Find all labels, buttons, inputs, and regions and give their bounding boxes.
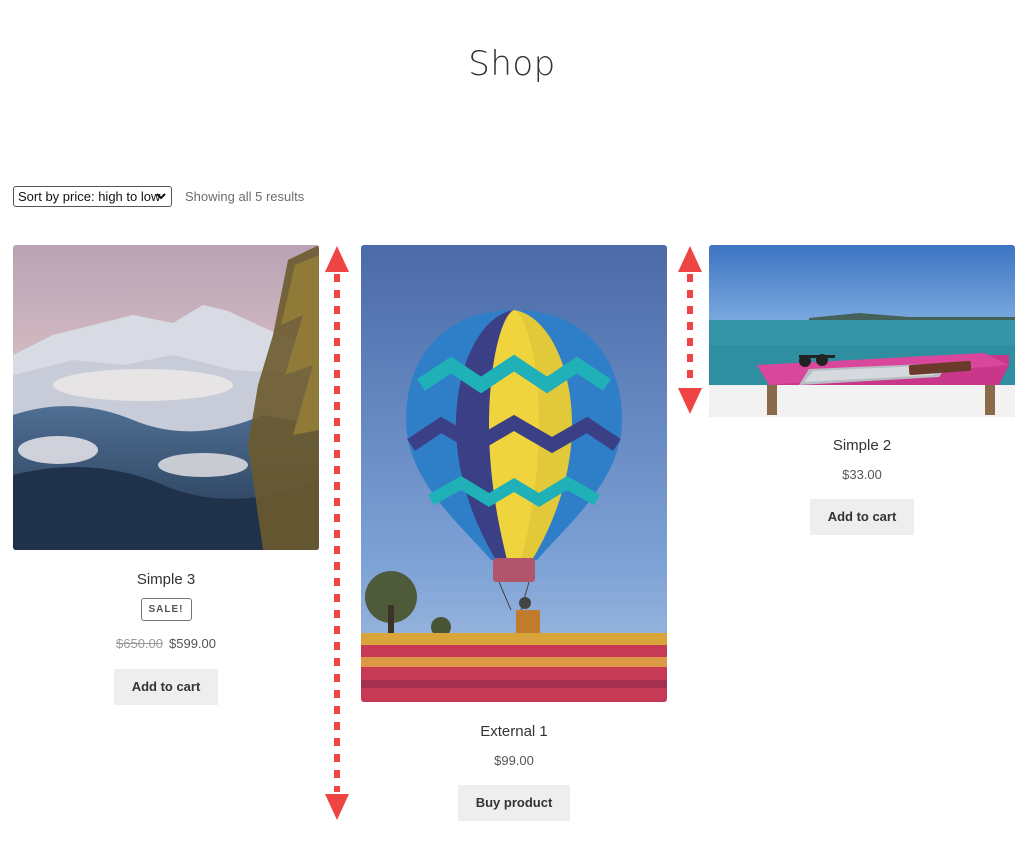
product-card-simple-2: Simple 2 $33.00 Add to cart [709, 245, 1015, 535]
product-image-hot-air-balloon[interactable] [361, 245, 667, 702]
chevron-down-icon [156, 193, 166, 200]
buy-product-button[interactable]: Buy product [457, 785, 571, 821]
product-card-simple-3: Simple 3 SALE! $650.00 $599.00 Add to car… [13, 245, 319, 705]
add-to-cart-button[interactable]: Add to cart [809, 499, 915, 535]
product-image-laptop-by-sea[interactable] [709, 245, 1015, 417]
product-image-mountains[interactable] [13, 245, 319, 550]
results-count: Showing all 5 results [185, 189, 305, 204]
sort-dropdown[interactable]: Sort by price: high to low [13, 186, 172, 207]
old-price: $650.00 [116, 636, 163, 651]
product-title[interactable]: Simple 2 [709, 437, 1015, 454]
sort-selected-value: Sort by price: high to low [18, 189, 161, 204]
sale-price: $599.00 [169, 636, 216, 651]
product-title[interactable]: External 1 [361, 723, 667, 740]
product-price: $99.00 [494, 753, 534, 768]
page-title: Shop [468, 44, 556, 84]
add-to-cart-button[interactable]: Add to cart [113, 669, 219, 705]
sale-badge: SALE! [140, 598, 192, 621]
product-title[interactable]: Simple 3 [13, 571, 319, 588]
height-annotation-arrow-short [678, 246, 702, 414]
product-card-external-1: External 1 $99.00 Buy product [361, 245, 667, 821]
height-annotation-arrow-long [325, 246, 349, 820]
product-price: $650.00 $599.00 [13, 636, 319, 651]
product-price: $33.00 [842, 467, 882, 482]
